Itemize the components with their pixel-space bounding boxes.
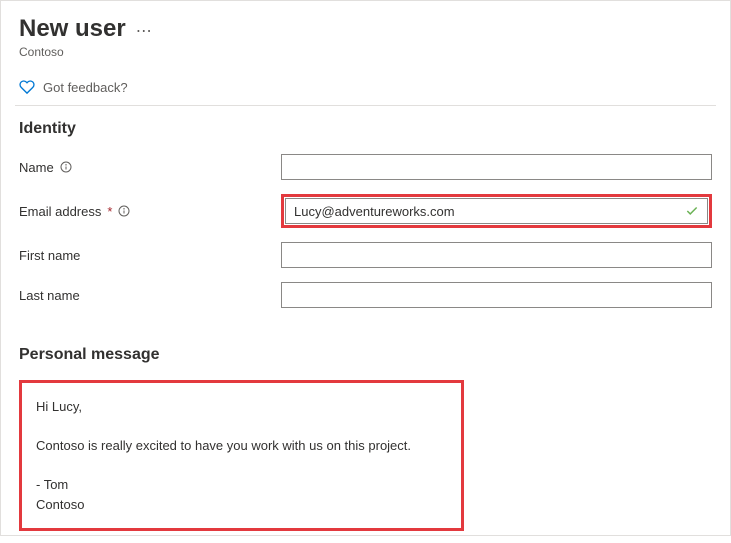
- title-row: New user ⋯: [19, 15, 712, 43]
- name-row: Name: [19, 154, 712, 180]
- email-input[interactable]: [285, 198, 708, 224]
- page-subtitle: Contoso: [19, 45, 712, 59]
- last-name-row: Last name: [19, 282, 712, 308]
- info-icon[interactable]: [60, 161, 72, 173]
- last-name-label-wrap: Last name: [19, 288, 281, 303]
- name-label-wrap: Name: [19, 160, 281, 175]
- first-name-label: First name: [19, 248, 80, 263]
- last-name-input[interactable]: [281, 282, 712, 308]
- more-options-icon[interactable]: ⋯: [136, 21, 153, 41]
- identity-section-title: Identity: [19, 120, 712, 138]
- personal-message-textarea[interactable]: Hi Lucy, Contoso is really excited to ha…: [19, 380, 464, 531]
- email-input-wrap: [281, 194, 712, 228]
- first-name-label-wrap: First name: [19, 248, 281, 263]
- name-label: Name: [19, 160, 54, 175]
- name-input[interactable]: [281, 154, 712, 180]
- heart-icon: [19, 79, 35, 95]
- personal-message-title: Personal message: [19, 346, 712, 364]
- first-name-row: First name: [19, 242, 712, 268]
- first-name-input-wrap: [281, 242, 712, 268]
- info-icon[interactable]: [118, 205, 130, 217]
- check-icon: [685, 204, 699, 218]
- page-header: New user ⋯ Contoso: [1, 1, 730, 67]
- name-input-wrap: [281, 154, 712, 180]
- last-name-input-wrap: [281, 282, 712, 308]
- identity-section: Identity Name Email address *: [1, 106, 730, 326]
- personal-message-section: Personal message Hi Lucy, Contoso is rea…: [1, 326, 730, 543]
- feedback-link[interactable]: Got feedback?: [1, 67, 730, 105]
- email-label: Email address: [19, 204, 101, 219]
- last-name-label: Last name: [19, 288, 80, 303]
- first-name-input[interactable]: [281, 242, 712, 268]
- page-title: New user: [19, 15, 126, 43]
- required-indicator: *: [107, 204, 112, 219]
- email-label-wrap: Email address *: [19, 204, 281, 219]
- email-row: Email address *: [19, 194, 712, 228]
- feedback-label: Got feedback?: [43, 80, 128, 95]
